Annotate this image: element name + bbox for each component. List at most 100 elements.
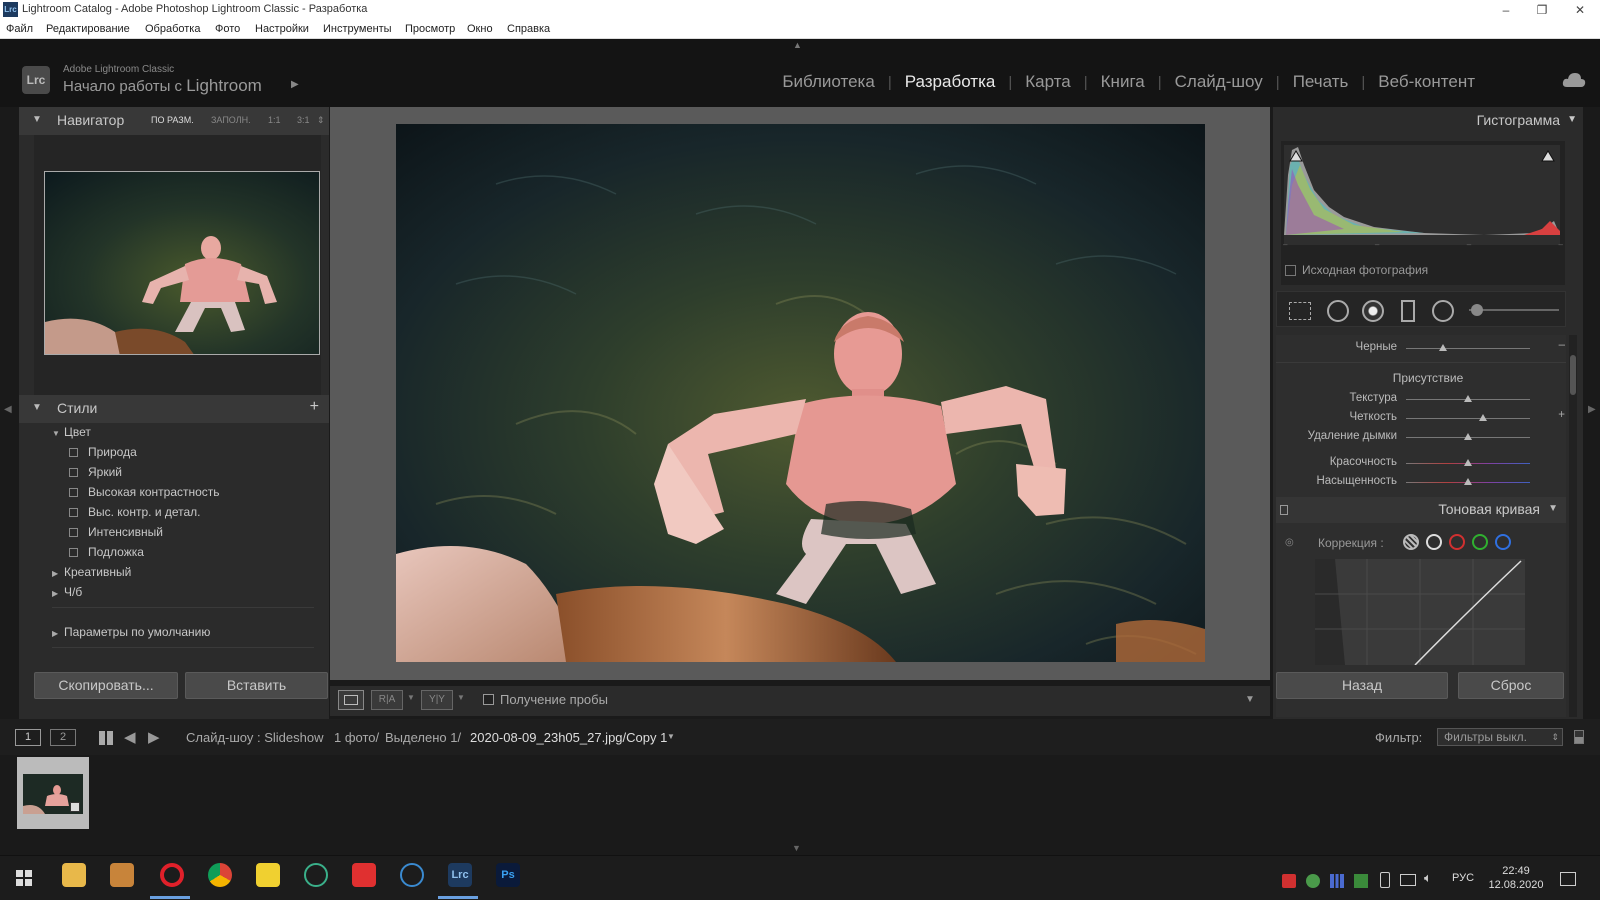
parametric-curve-icon[interactable] (1403, 534, 1419, 550)
windows-start-icon[interactable] (16, 870, 32, 886)
minimize-button[interactable]: – (1488, 1, 1524, 19)
adjustment-brush-slider[interactable] (1469, 304, 1559, 316)
red-eye-icon[interactable] (1362, 300, 1384, 322)
archive-app-icon[interactable] (110, 863, 134, 887)
graduated-filter-icon[interactable] (1401, 300, 1415, 322)
play-icon[interactable]: ▶ (291, 79, 299, 90)
collapse-bottom-icon[interactable]: ▼ (792, 843, 801, 853)
left-edge-collapse-icon[interactable]: ◀ (4, 404, 12, 415)
usb-icon[interactable] (1380, 872, 1390, 888)
right-edge-collapse-icon[interactable]: ▶ (1588, 404, 1596, 415)
maximize-button[interactable]: ❐ (1524, 1, 1560, 19)
file-explorer-icon[interactable] (62, 863, 86, 887)
collapse-triangle-icon[interactable]: ▼ (1567, 114, 1577, 125)
back-arrow-icon[interactable]: ◀ (124, 728, 136, 746)
cloud-icon[interactable] (1562, 72, 1586, 88)
dehaze-slider[interactable]: Удаление дымки (1273, 428, 1583, 446)
reset-button[interactable]: Сброс (1458, 672, 1564, 699)
source-label[interactable]: Слайд-шоу : Slideshow (186, 730, 323, 745)
vibrance-slider[interactable]: Красочность (1273, 454, 1583, 472)
module-map[interactable]: Карта (1012, 72, 1084, 92)
grid-view-icon[interactable] (99, 731, 113, 745)
chevron-down-icon[interactable]: ▼ (407, 693, 415, 702)
menu-settings[interactable]: Настройки (255, 23, 309, 35)
lightroom-taskbar-icon[interactable]: Lrc (448, 863, 472, 887)
navigator-preview[interactable] (44, 171, 320, 355)
target-adjust-icon[interactable]: ◎ (1285, 537, 1294, 548)
copy-settings-button[interactable]: Скопировать... (34, 672, 178, 699)
ccleaner-icon[interactable] (400, 863, 424, 887)
spot-removal-icon[interactable] (1327, 300, 1349, 322)
preset-item[interactable]: Яркий (69, 465, 122, 479)
paste-settings-button[interactable]: Вставить (185, 672, 328, 699)
preset-group-defaults[interactable]: ▶ Параметры по умолчанию (52, 625, 210, 639)
tone-curve-graph[interactable] (1315, 559, 1525, 665)
utorrent-icon[interactable] (304, 863, 328, 887)
point-curve-red-icon[interactable] (1449, 534, 1465, 550)
preset-item[interactable]: Природа (69, 445, 137, 459)
preset-item[interactable]: Выс. контр. и детал. (69, 505, 201, 519)
menu-file[interactable]: Файл (6, 23, 33, 35)
language-indicator[interactable]: РУС (1452, 872, 1474, 884)
volume-icon[interactable]: 🔈︎ (1424, 870, 1432, 886)
saturation-slider[interactable]: Насыщенность (1273, 473, 1583, 491)
clarity-slider[interactable]: Четкость + (1273, 409, 1583, 427)
module-book[interactable]: Книга (1088, 72, 1158, 92)
notifications-icon[interactable] (1560, 872, 1576, 886)
texture-slider[interactable]: Текстура (1273, 390, 1583, 408)
tray-app-icon[interactable] (1306, 874, 1320, 888)
module-slideshow[interactable]: Слайд-шоу (1162, 72, 1276, 92)
menu-edit[interactable]: Редактирование (46, 23, 130, 35)
radial-filter-icon[interactable] (1432, 300, 1454, 322)
histogram-header[interactable]: Гистограмма ▼ (1273, 112, 1583, 134)
preset-group-bw[interactable]: ▶ Ч/б (52, 585, 82, 599)
point-curve-rgb-icon[interactable] (1426, 534, 1442, 550)
loupe-view-button[interactable] (338, 690, 364, 710)
filmstrip-thumbnail[interactable] (17, 757, 89, 829)
before-after-lr-button[interactable]: R|A (371, 690, 403, 710)
module-web[interactable]: Веб-контент (1365, 72, 1488, 92)
close-button[interactable]: ✕ (1562, 1, 1598, 19)
nav-3to1-option[interactable]: 3:1 (297, 115, 310, 125)
clip-app-icon[interactable] (352, 863, 376, 887)
clock[interactable]: 22:49 12.08.2020 (1488, 864, 1544, 892)
preset-item[interactable]: Интенсивный (69, 525, 163, 539)
tray-app-icon[interactable] (1282, 874, 1296, 888)
chrome-icon[interactable] (208, 863, 232, 887)
main-photo[interactable] (396, 124, 1205, 662)
preset-group-color[interactable]: ▼ Цвет (52, 425, 91, 439)
menu-tools[interactable]: Инструменты (323, 23, 392, 35)
opera-icon[interactable] (160, 863, 184, 887)
chevron-down-icon[interactable]: ▼ (667, 732, 675, 741)
nav-fill-option[interactable]: ЗАПОЛН. (211, 115, 251, 125)
before-after-tb-button[interactable]: Y|Y (421, 690, 453, 710)
preset-item[interactable]: Высокая контрастность (69, 485, 220, 499)
preset-item[interactable]: Подложка (69, 545, 144, 559)
nav-fit-option[interactable]: ПО РАЗМ. (151, 115, 194, 125)
blacks-slider[interactable]: Черные – (1273, 339, 1583, 357)
presets-header[interactable]: ▼ Стили + (19, 395, 329, 423)
point-curve-blue-icon[interactable] (1495, 534, 1511, 550)
preset-group-creative[interactable]: ▶ Креативный (52, 565, 131, 579)
screen1-button[interactable]: 1 (15, 729, 41, 746)
audio-bars-icon[interactable] (1330, 874, 1344, 888)
previous-button[interactable]: Назад (1276, 672, 1448, 699)
module-print[interactable]: Печать (1280, 72, 1362, 92)
network-icon[interactable] (1400, 874, 1416, 886)
filter-lock-icon[interactable] (1574, 730, 1584, 744)
nav-zoom-stepper-icon[interactable]: ⇕ (317, 115, 325, 126)
original-photo-checkbox[interactable] (1285, 265, 1296, 276)
forward-arrow-icon[interactable]: ▶ (148, 728, 160, 746)
menu-window[interactable]: Окно (467, 23, 493, 35)
menu-develop[interactable]: Обработка (145, 23, 200, 35)
nav-1to1-option[interactable]: 1:1 (268, 115, 281, 125)
module-library[interactable]: Библиотека (769, 72, 887, 92)
filter-select[interactable]: Фильтры выкл. ⇕ (1437, 728, 1563, 746)
crop-tool-icon[interactable] (1289, 302, 1311, 320)
panel-switch-icon[interactable] (1280, 505, 1288, 515)
toolbar-menu-icon[interactable]: ▼ (1245, 694, 1255, 705)
module-develop[interactable]: Разработка (892, 72, 1009, 92)
collapse-top-icon[interactable]: ▲ (793, 40, 802, 50)
menu-help[interactable]: Справка (507, 23, 550, 35)
screen2-button[interactable]: 2 (50, 729, 76, 746)
